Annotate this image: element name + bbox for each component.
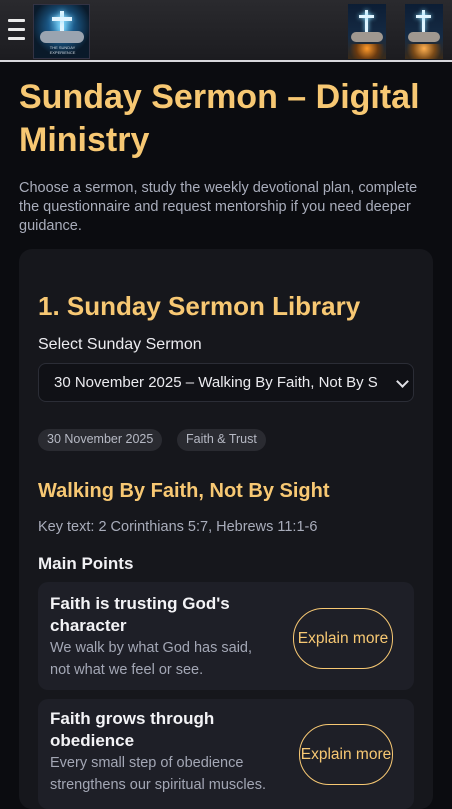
explain-more-button[interactable]: Explain more bbox=[293, 608, 393, 669]
banner-thumbnail-2[interactable] bbox=[405, 4, 443, 59]
sermon-title: Walking By Faith, Not By Sight bbox=[38, 480, 330, 502]
point-description: Every small step of obedience strengthen… bbox=[50, 755, 266, 793]
main-point-card: Faith grows through obedience Every smal… bbox=[38, 699, 414, 809]
sermon-select[interactable]: 30 November 2025 – Walking By Faith, Not… bbox=[38, 363, 414, 402]
page-intro: Choose a sermon, study the weekly devoti… bbox=[19, 180, 418, 234]
point-title: Faith is trusting God's character bbox=[50, 594, 230, 635]
explain-more-button[interactable]: Explain more bbox=[299, 724, 393, 785]
banner-thumbnail-1[interactable] bbox=[348, 4, 386, 59]
page-title: Sunday Sermon – Digital Ministry bbox=[19, 78, 420, 159]
date-tag: 30 November 2025 bbox=[38, 429, 163, 451]
top-bar: THE SUNDAY EXPERIENCE bbox=[0, 0, 452, 62]
select-label: Select Sunday Sermon bbox=[38, 336, 202, 353]
section-title: 1. Sunday Sermon Library bbox=[38, 291, 361, 321]
chevron-down-icon bbox=[396, 375, 409, 388]
sermon-select-value: 30 November 2025 – Walking By Faith, Not… bbox=[54, 374, 377, 391]
main-point-card: Faith is trusting God's character We wal… bbox=[38, 582, 414, 690]
point-title: Faith grows through obedience bbox=[50, 709, 215, 750]
logo-text: THE SUNDAY EXPERIENCE bbox=[49, 45, 76, 55]
menu-icon[interactable] bbox=[8, 19, 25, 41]
topic-tag: Faith & Trust bbox=[177, 429, 266, 451]
site-logo[interactable]: THE SUNDAY EXPERIENCE bbox=[33, 4, 90, 59]
main-points-heading: Main Points bbox=[38, 554, 134, 573]
key-text: Key text: 2 Corinthians 5:7, Hebrews 11:… bbox=[38, 519, 318, 535]
point-description: We walk by what God has said, not what w… bbox=[50, 640, 253, 678]
